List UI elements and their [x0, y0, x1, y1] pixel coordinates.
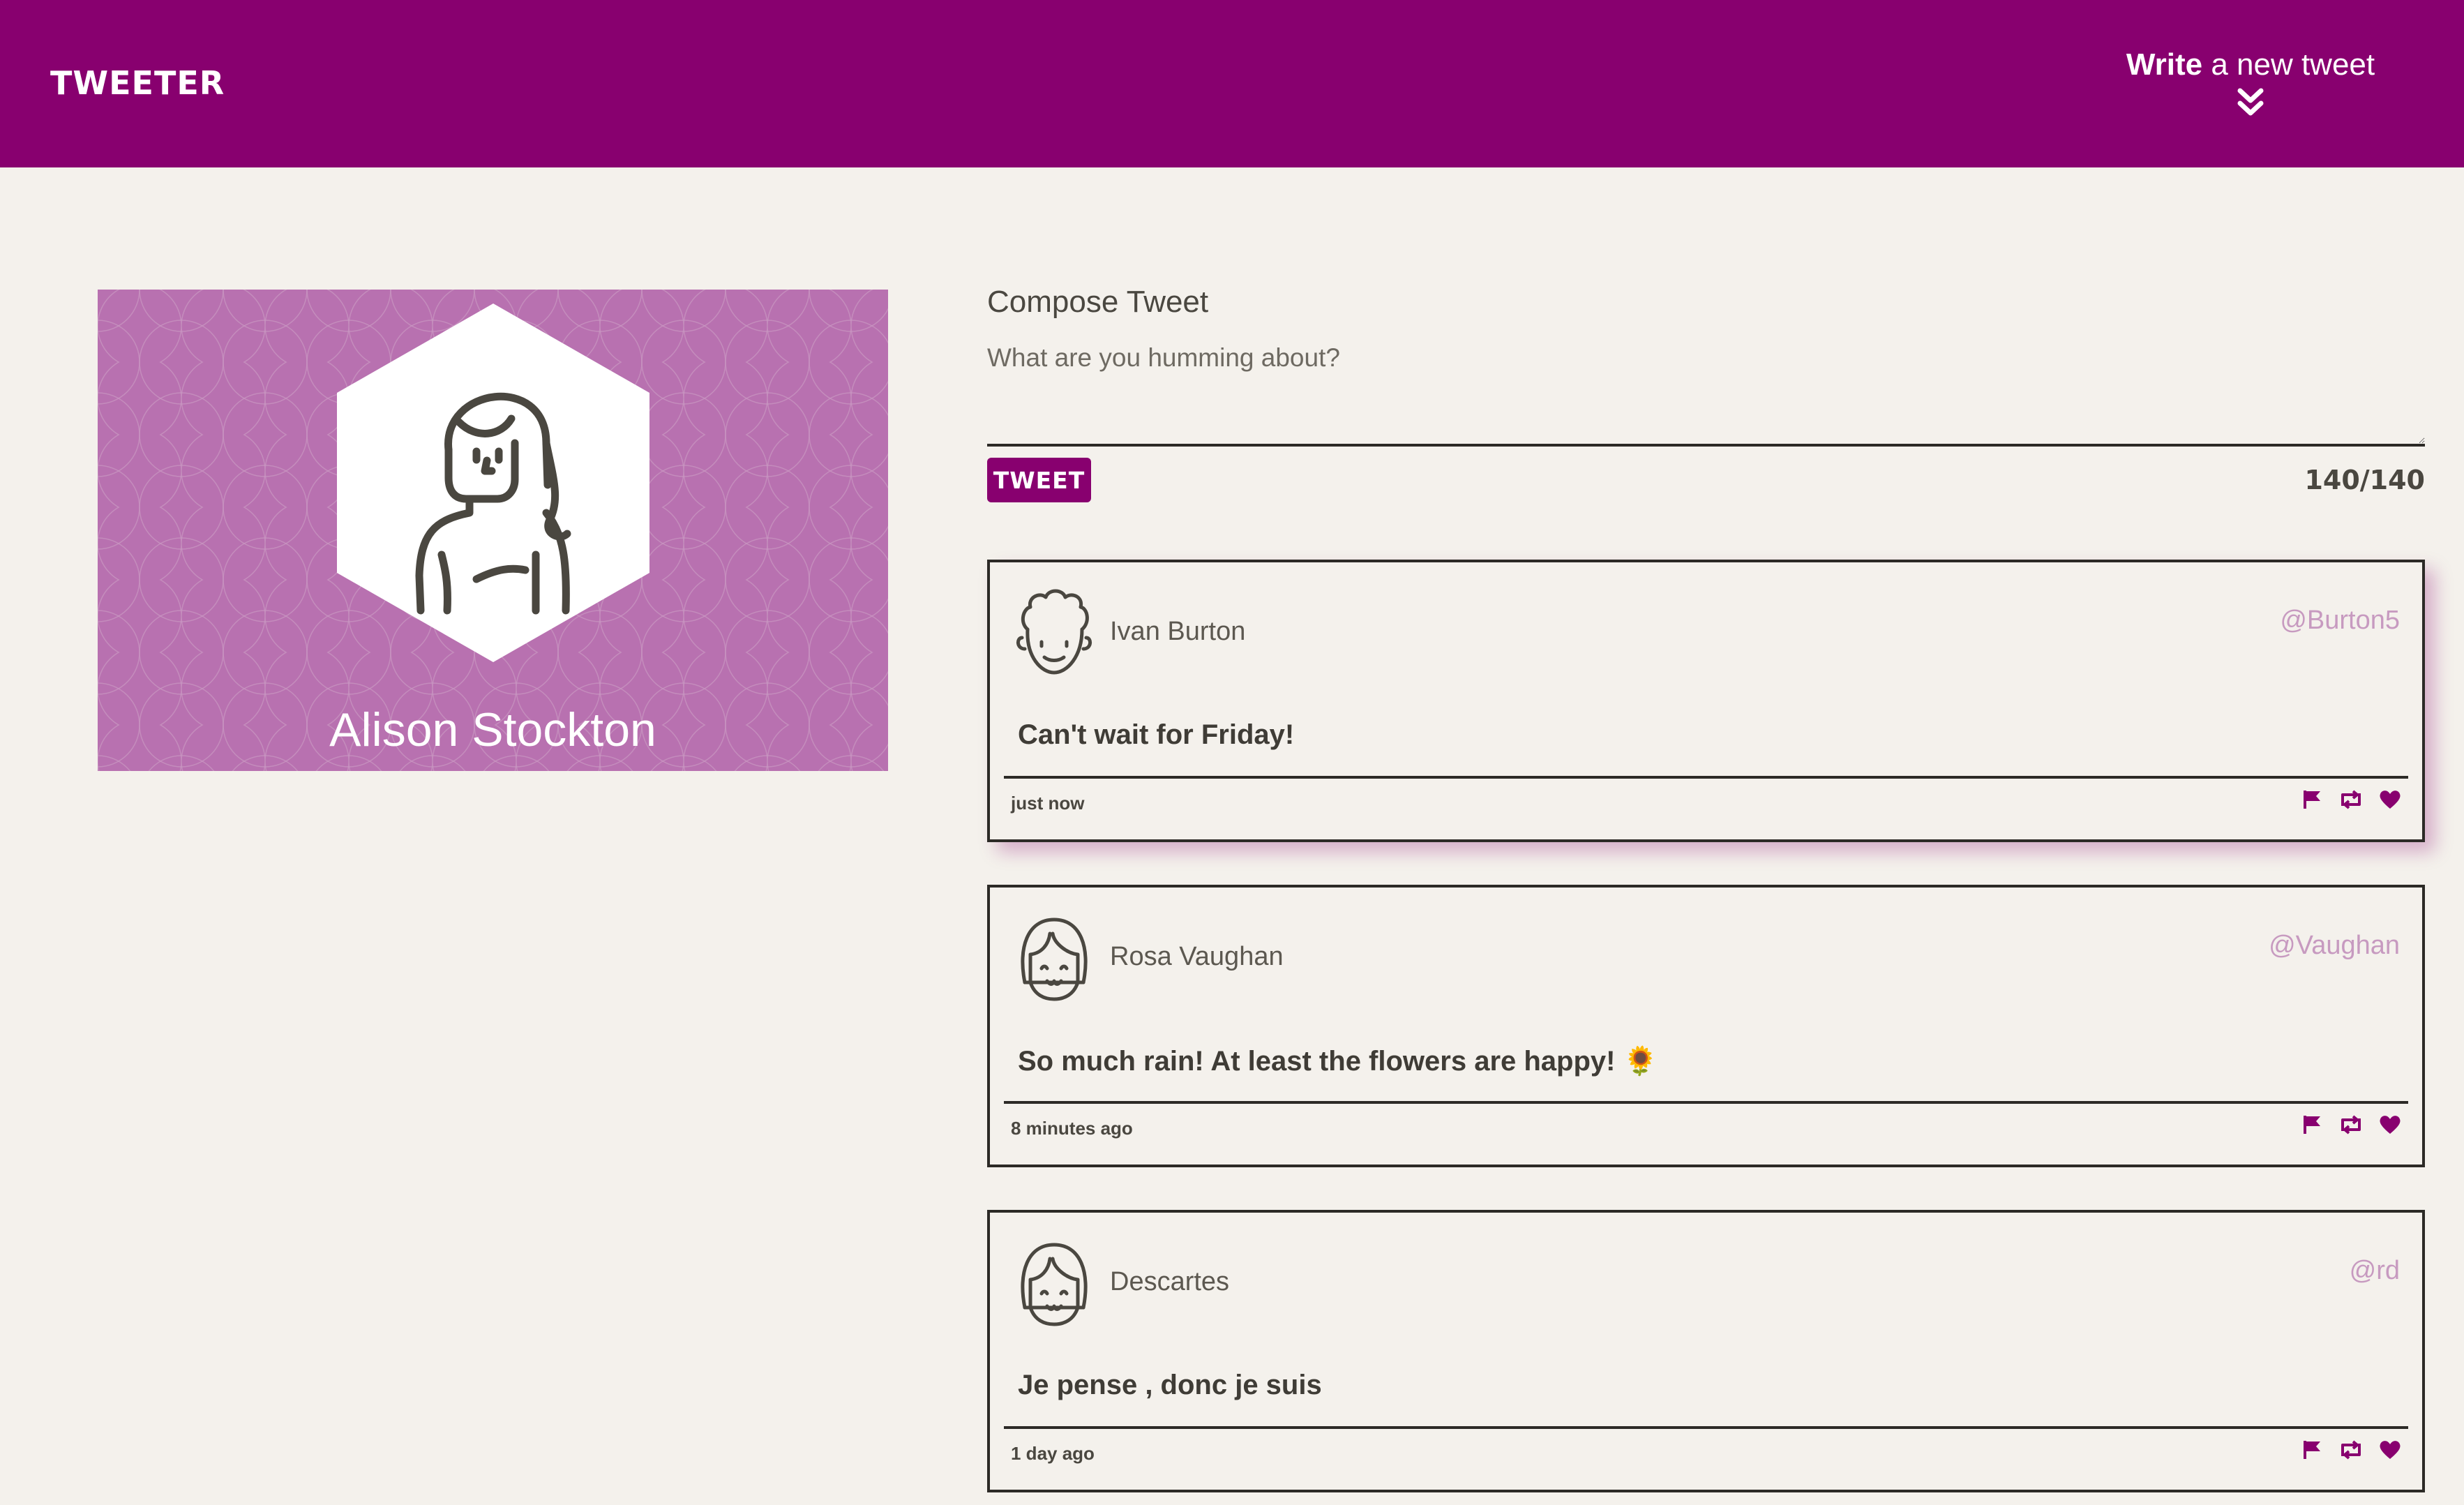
tweet-timestamp: 8 minutes ago: [1011, 1118, 1133, 1139]
tweet-author-name: Rosa Vaughan: [1110, 942, 1284, 971]
profile-name: Alison Stockton: [329, 703, 656, 756]
tweet-list: Ivan Burton @Burton5 Can't wait for Frid…: [987, 560, 2425, 1505]
flag-icon[interactable]: [2302, 1439, 2323, 1460]
tweet-input[interactable]: [987, 343, 2425, 447]
flag-icon[interactable]: [2302, 789, 2323, 810]
compose-section: Compose Tweet TWEET 140/140: [987, 285, 2425, 514]
tweet-card[interactable]: Descartes @rd Je pense , donc je suis 1 …: [987, 1210, 2425, 1492]
compose-title: Compose Tweet: [987, 285, 1209, 319]
curly-hair-face-icon: [1016, 589, 1092, 675]
tweet-content: Can't wait for Friday!: [1018, 719, 1295, 750]
bob-hair-face-icon: [1021, 918, 1088, 1001]
tweet-footer: 8 minutes ago: [1004, 1101, 2408, 1157]
tweet-author-handle[interactable]: @Vaughan: [2269, 931, 2400, 961]
heart-icon[interactable]: [2379, 1114, 2401, 1135]
bob-hair-face-icon: [1021, 1243, 1088, 1326]
tweet-timestamp: 1 day ago: [1011, 1443, 1095, 1464]
tweet-actions: [2302, 786, 2401, 814]
tweet-footer: 1 day ago: [1004, 1426, 2408, 1482]
profile-avatar: [337, 304, 649, 662]
tweet-submit-button[interactable]: TWEET: [987, 458, 1091, 502]
tweet-actions: [2302, 1436, 2401, 1464]
tweet-footer: just now: [1004, 776, 2408, 832]
profile-card: Alison Stockton: [98, 290, 888, 771]
retweet-icon[interactable]: [2338, 1114, 2364, 1135]
char-counter: 140/140: [2304, 465, 2425, 495]
tweet-timestamp: just now: [1011, 793, 1085, 814]
retweet-icon[interactable]: [2338, 1439, 2364, 1460]
tweet-author-handle[interactable]: @Burton5: [2280, 606, 2400, 636]
tweet-content: So much rain! At least the flowers are h…: [1018, 1046, 1658, 1077]
double-chevron-down-icon[interactable]: [2237, 88, 2264, 117]
top-nav: TWEETER Write a new tweet: [0, 0, 2464, 167]
heart-icon[interactable]: [2379, 1439, 2401, 1460]
write-new-tweet-label: Write a new tweet: [2126, 47, 2375, 82]
tweet-author-name: Descartes: [1110, 1267, 1230, 1296]
retweet-icon[interactable]: [2338, 789, 2364, 810]
brand-logo[interactable]: TWEETER: [50, 64, 225, 102]
tweet-author-name: Ivan Burton: [1110, 617, 1246, 646]
tweet-author-handle[interactable]: @rd: [2350, 1256, 2400, 1286]
tweet-actions: [2302, 1111, 2401, 1139]
compose-actions: TWEET 140/140: [987, 458, 2425, 514]
tweet-content: Je pense , donc je suis: [1018, 1370, 1322, 1400]
tweet-card[interactable]: Rosa Vaughan @Vaughan So much rain! At l…: [987, 885, 2425, 1167]
tweet-card[interactable]: Ivan Burton @Burton5 Can't wait for Frid…: [987, 560, 2425, 842]
heart-icon[interactable]: [2379, 789, 2401, 810]
flag-icon[interactable]: [2302, 1114, 2323, 1135]
write-new-tweet-toggle[interactable]: Write a new tweet: [2104, 47, 2397, 117]
